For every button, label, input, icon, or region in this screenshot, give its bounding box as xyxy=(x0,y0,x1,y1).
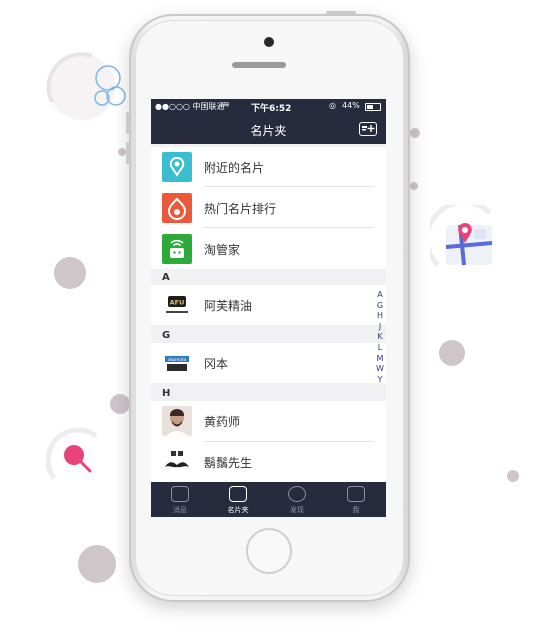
status-time: 下午6:52 xyxy=(251,104,292,114)
map-decoration xyxy=(424,199,505,280)
app-screen: ●●○○○ 中国联通 ≋ 下午6:52 ◎ 44% 名片夹 附近的名片 热门名片… xyxy=(151,99,386,517)
robot-wifi-icon xyxy=(162,234,192,264)
front-camera xyxy=(264,37,274,47)
list-item-hot-ranking[interactable]: 热门名片排行 xyxy=(151,188,386,228)
list-item-label: 淘管家 xyxy=(204,243,241,257)
section-header-a: A xyxy=(162,272,170,283)
battery-icon xyxy=(365,103,381,111)
index-letter[interactable]: K xyxy=(375,332,385,343)
map-pin-icon xyxy=(424,199,493,267)
index-letter[interactable]: G xyxy=(375,301,385,312)
index-letter[interactable]: M xyxy=(375,354,385,365)
bubble-outline-icon xyxy=(46,52,126,120)
battery-percent: 44% xyxy=(342,101,360,110)
tab-label: 我 xyxy=(352,506,360,514)
tab-bar: 消息 名片夹 发现 我 xyxy=(151,482,386,517)
mustache-logo xyxy=(162,447,192,477)
magnifier-icon xyxy=(45,427,98,480)
tab-label: 消息 xyxy=(173,506,187,514)
svg-text:okamoto: okamoto xyxy=(168,357,187,362)
volume-button xyxy=(126,112,129,134)
afu-logo: AFU xyxy=(162,290,192,320)
decorative-dot xyxy=(410,128,420,138)
lock-rotation-icon: ◎ xyxy=(329,101,336,110)
flame-icon xyxy=(162,193,192,223)
section-header-g: G xyxy=(162,330,171,341)
decorative-dot xyxy=(507,470,519,482)
tab-label: 名片夹 xyxy=(227,506,249,514)
add-card-icon xyxy=(362,125,375,132)
wifi-icon: ≋ xyxy=(223,100,230,109)
index-letter[interactable]: H xyxy=(375,311,385,322)
background-bubble-cluster xyxy=(42,42,130,122)
decorative-dot xyxy=(410,182,418,190)
magnifier-decoration xyxy=(45,427,116,488)
decorative-dot xyxy=(78,545,116,583)
decorative-dot xyxy=(110,394,130,414)
index-letter[interactable]: W xyxy=(375,364,385,375)
chat-icon xyxy=(171,486,189,502)
home-button[interactable] xyxy=(246,528,292,574)
list-item-mr-beard[interactable]: 鬍鬚先生 xyxy=(151,442,386,482)
list-item-label: 阿芙精油 xyxy=(204,299,253,313)
list-item-okamoto[interactable]: okamoto 冈本 xyxy=(151,343,386,383)
power-button xyxy=(326,11,356,14)
tab-card-holder[interactable]: 名片夹 xyxy=(209,482,267,517)
list-item-afu-oil[interactable]: AFU 阿芙精油 xyxy=(151,285,386,325)
section-header-h: H xyxy=(162,388,171,399)
add-card-button[interactable] xyxy=(359,122,377,136)
earpiece-speaker xyxy=(232,62,286,68)
section-a-group: AFU 阿芙精油 xyxy=(151,285,386,325)
tab-messages[interactable]: 消息 xyxy=(151,482,209,517)
tab-label: 发现 xyxy=(290,506,304,514)
list-item-label: 附近的名片 xyxy=(204,161,265,175)
tab-me[interactable]: 我 xyxy=(327,482,385,517)
avatar xyxy=(162,406,192,436)
index-letter[interactable]: A xyxy=(375,290,385,301)
section-g-group: okamoto 冈本 xyxy=(151,343,386,383)
decorative-dot xyxy=(118,148,126,156)
compass-icon xyxy=(288,486,306,502)
list-item-label: 鬍鬚先生 xyxy=(204,456,253,470)
decorative-dot xyxy=(439,340,465,366)
divider xyxy=(204,186,374,187)
card-holder-icon xyxy=(229,486,247,502)
status-bar: ●●○○○ 中国联通 ≋ 下午6:52 ◎ 44% xyxy=(151,99,386,116)
top-items-group: 附近的名片 热门名片排行 淘管家 xyxy=(151,147,386,269)
alphabet-index[interactable]: A G H J K L M W Y xyxy=(375,290,385,385)
divider xyxy=(204,227,374,228)
index-letter[interactable]: J xyxy=(375,322,385,333)
navigation-bar: 名片夹 xyxy=(151,116,386,144)
section-h-group: 黄药师 鬍鬚先生 xyxy=(151,401,386,482)
list-item-huang-yaoshi[interactable]: 黄药师 xyxy=(151,401,386,442)
list-item-label: 黄药师 xyxy=(204,415,241,429)
index-letter[interactable]: Y xyxy=(375,375,385,386)
okamoto-logo: okamoto xyxy=(162,348,192,378)
profile-icon xyxy=(347,486,365,502)
list-item-label: 冈本 xyxy=(204,357,229,371)
list-item-label: 热门名片排行 xyxy=(204,202,277,216)
volume-button xyxy=(126,142,129,164)
location-pin-icon xyxy=(162,152,192,182)
page-title: 名片夹 xyxy=(250,124,287,138)
carrier-label: ●●○○○ 中国联通 xyxy=(155,102,225,111)
decorative-dot xyxy=(54,257,86,289)
index-letter[interactable]: L xyxy=(375,343,385,354)
list-item-tao-manager[interactable]: 淘管家 xyxy=(151,229,386,269)
tab-discover[interactable]: 发现 xyxy=(268,482,326,517)
list-item-nearby-cards[interactable]: 附近的名片 xyxy=(151,147,386,187)
svg-text:AFU: AFU xyxy=(170,299,185,307)
